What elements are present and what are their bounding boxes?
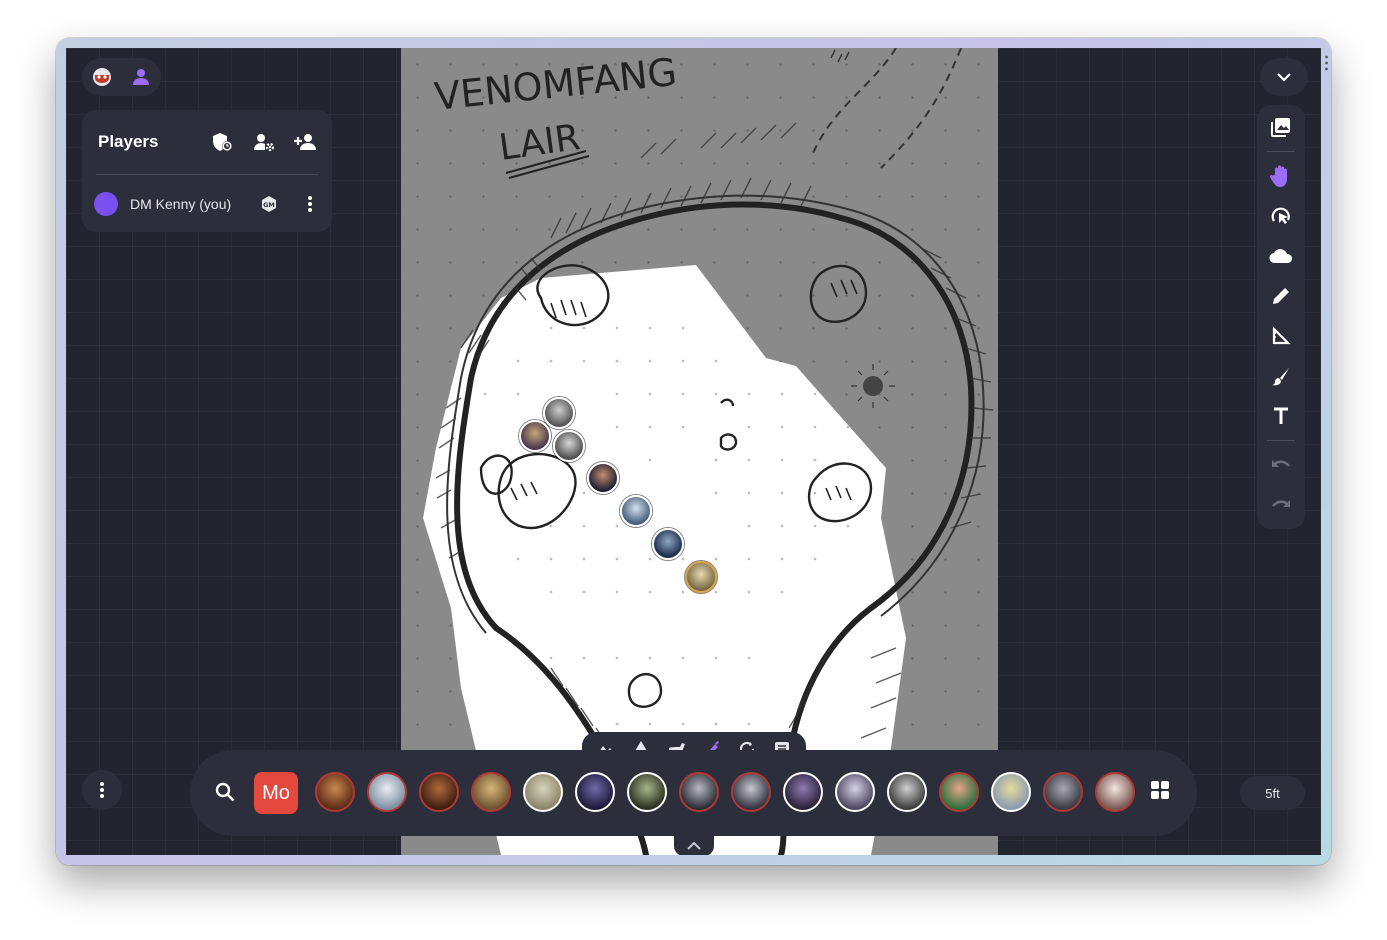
asset-token[interactable] [939,772,979,812]
add-player-icon[interactable] [294,130,318,154]
players-panel: Players DM Kenny (you) GM [82,110,332,232]
asset-token[interactable] [419,772,459,812]
move-hand-icon[interactable] [1269,164,1293,188]
map-token-elf[interactable] [652,528,684,560]
map-token-skeleton[interactable] [553,430,585,462]
asset-token[interactable] [575,772,615,812]
asset-token[interactable] [835,772,875,812]
expand-asset-bar-button[interactable] [674,836,714,855]
main-menu-button[interactable] [82,770,122,810]
player-row[interactable]: DM Kenny (you) GM [94,190,320,218]
asset-token[interactable] [1043,772,1083,812]
text-icon[interactable] [1269,404,1293,428]
map-token-rogue[interactable] [587,462,619,494]
gm-badge-icon: GM [260,195,278,213]
asset-token[interactable] [471,772,511,812]
shield-clock-icon[interactable] [210,130,234,154]
asset-token[interactable] [627,772,667,812]
map-title-line1: VENOMFANG [432,50,679,119]
chevron-up-icon [687,842,701,850]
map-token-paladin[interactable] [685,561,717,593]
player-name: DM Kenny (you) [130,196,232,212]
asset-token[interactable] [315,772,355,812]
players-title: Players [98,132,159,151]
asset-token[interactable] [523,772,563,812]
more-vertical-icon [100,782,104,798]
fog-cloud-icon[interactable] [1269,244,1293,268]
search-icon[interactable] [214,781,238,805]
measure-ruler-icon[interactable] [1269,324,1293,348]
brush-icon[interactable] [1269,364,1293,388]
image-icon[interactable] [1269,115,1293,139]
asset-bar: Mo [190,750,1197,836]
window-resize-handle[interactable] [1325,54,1328,72]
map-token-cultist[interactable] [519,420,551,452]
asset-token[interactable] [991,772,1031,812]
undo-icon[interactable] [1269,453,1293,477]
redo-icon[interactable] [1269,493,1293,517]
asset-token[interactable] [887,772,927,812]
grid-view-icon[interactable] [1150,780,1174,804]
collapse-toolbar-button[interactable] [1260,58,1308,96]
asset-token[interactable] [731,772,771,812]
player-options-icon[interactable] [300,194,320,214]
player-color-swatch[interactable] [94,192,118,216]
dm-mask-icon[interactable] [89,64,115,90]
map-token-skeleton[interactable] [543,397,575,429]
svg-text:GM: GM [263,201,275,209]
asset-token[interactable] [783,772,823,812]
grid-scale-button[interactable]: 5ft [1240,776,1305,810]
asset-token[interactable] [679,772,719,812]
draw-pencil-icon[interactable] [1269,284,1293,308]
view-switcher [82,58,161,96]
tool-palette [1257,105,1305,529]
asset-token[interactable] [367,772,407,812]
map-canvas[interactable]: VENOMFANG LAIR Players DM Kenny (you) GM… [66,48,1321,855]
panel-divider [96,174,318,175]
player-settings-icon[interactable] [252,130,276,154]
asset-folder-chip[interactable]: Mo [254,772,298,814]
app-window: VENOMFANG LAIR Players DM Kenny (you) GM… [56,38,1331,865]
player-icon[interactable] [128,64,154,90]
map-token-dragonborn[interactable] [620,495,652,527]
asset-token[interactable] [1095,772,1135,812]
pointer-icon[interactable] [1269,204,1293,228]
chevron-down-icon [1277,73,1291,82]
